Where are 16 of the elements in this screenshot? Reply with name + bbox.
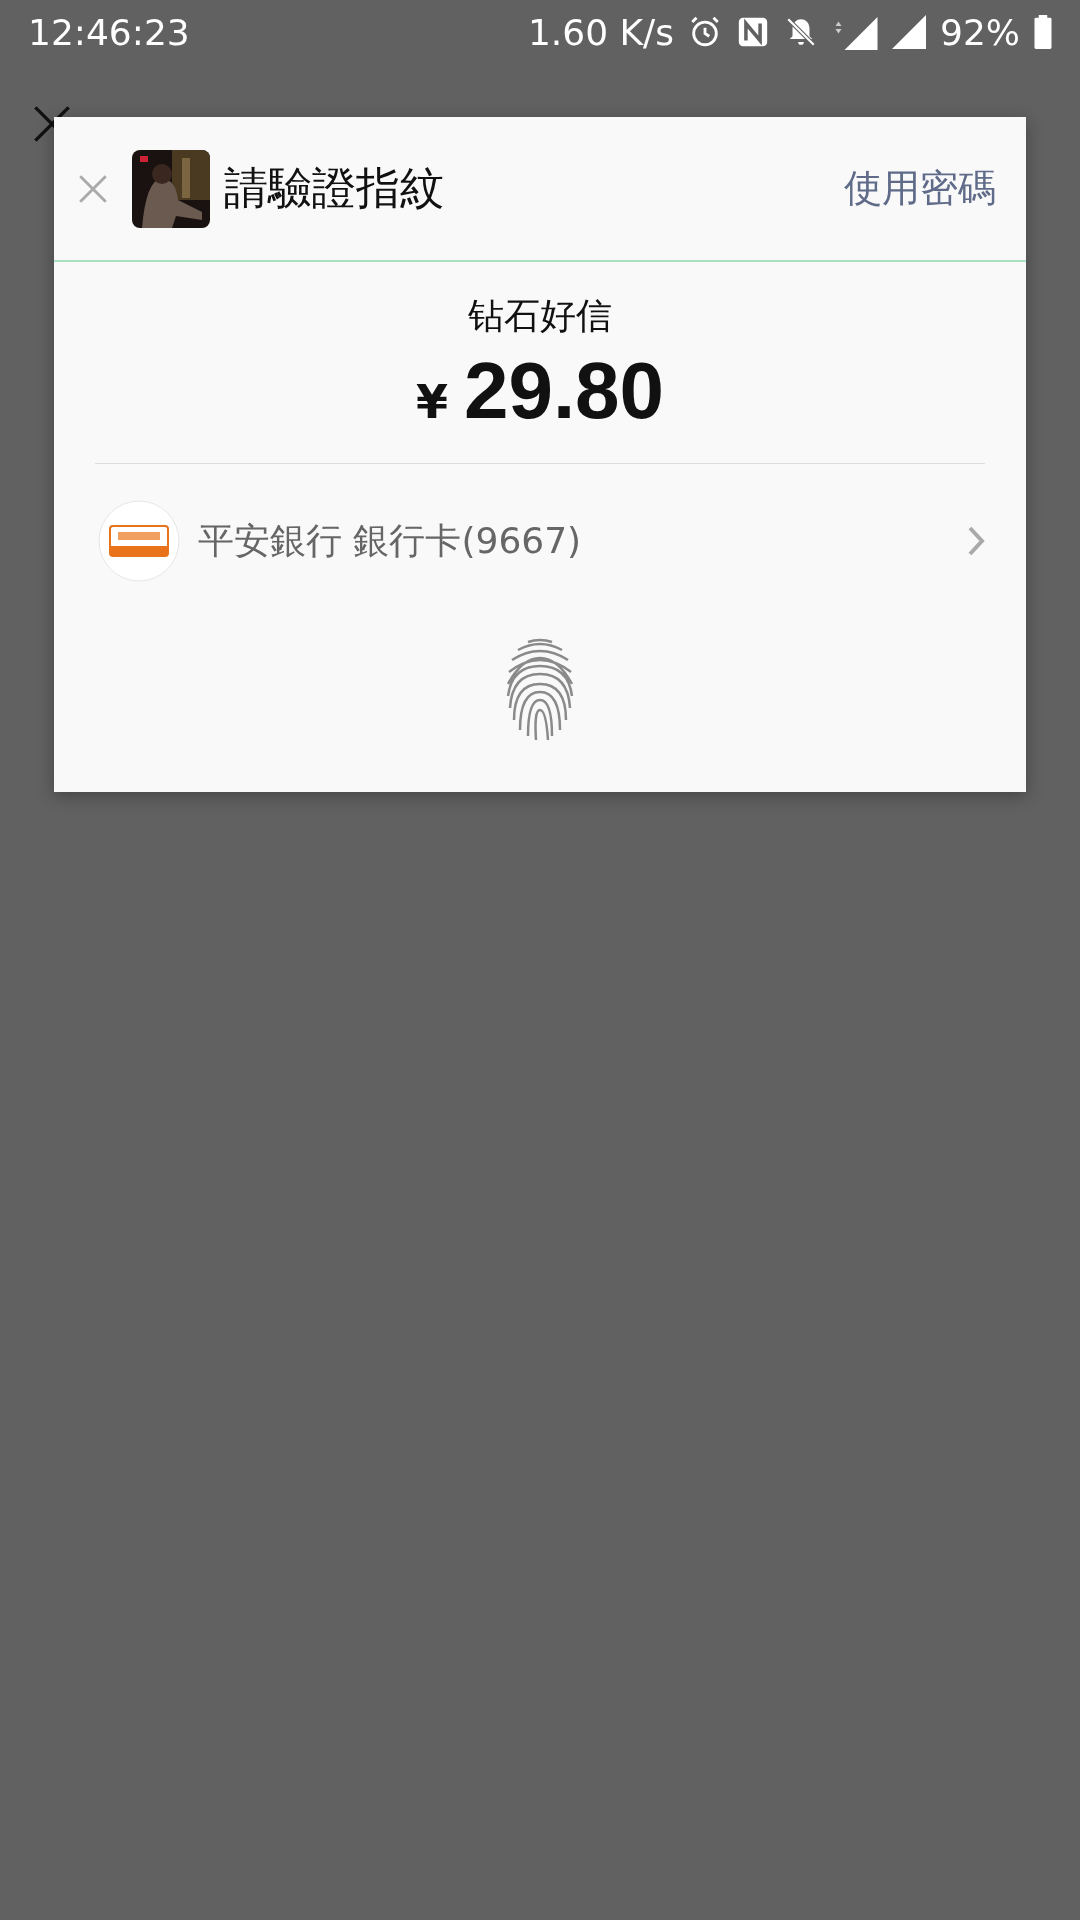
payment-amount: 29.80 xyxy=(463,345,665,437)
network-speed: 1.60 K/s xyxy=(527,11,674,53)
fingerprint-icon[interactable] xyxy=(504,636,576,742)
muted-bell-icon xyxy=(784,15,818,49)
signal-icon xyxy=(892,15,926,49)
status-time: 12:46:23 xyxy=(28,11,191,53)
nfc-icon xyxy=(736,15,770,49)
battery-level: 92% xyxy=(940,11,1020,53)
battery-icon xyxy=(1034,15,1052,49)
payment-method[interactable]: 平安銀行 銀行卡(9667) xyxy=(198,516,966,566)
merchant-name: 钻石好信 xyxy=(467,294,613,338)
bank-logo-icon xyxy=(98,500,180,582)
use-password-link[interactable]: 使用密碼 xyxy=(844,163,996,214)
dialog-title: 請驗證指紋 xyxy=(224,161,445,215)
currency-symbol: ¥ xyxy=(415,375,448,429)
chevron-right-icon[interactable] xyxy=(966,525,986,557)
